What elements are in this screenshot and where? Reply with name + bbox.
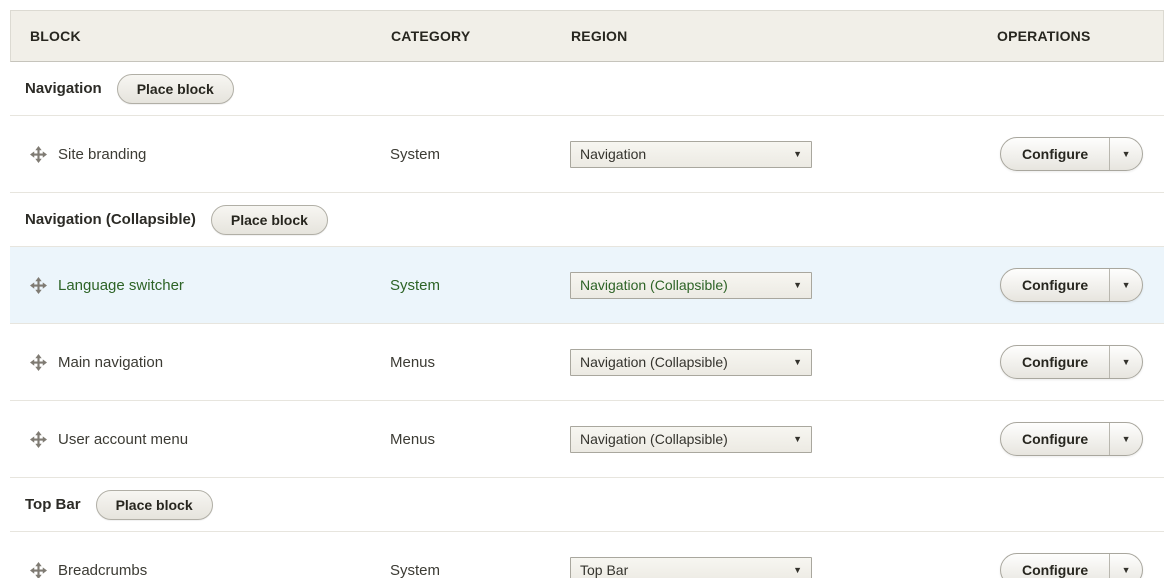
section-row: Top Bar Place block xyxy=(10,478,1164,532)
dropdown-caret-icon: ▼ xyxy=(1122,434,1131,444)
category-label: System xyxy=(390,277,570,294)
drag-move-icon[interactable] xyxy=(30,562,47,578)
configure-button[interactable]: Configure xyxy=(1001,269,1109,301)
configure-split-button: Configure ▼ xyxy=(1000,553,1143,578)
category-label: Menus xyxy=(390,354,570,371)
block-row: Breadcrumbs System Top Bar ▼ Configure ▼ xyxy=(10,532,1164,578)
block-table-body: Navigation Place block Site branding Sys… xyxy=(10,62,1164,578)
configure-dropdown-toggle[interactable]: ▼ xyxy=(1109,138,1142,170)
configure-dropdown-toggle[interactable]: ▼ xyxy=(1109,423,1142,455)
region-select[interactable]: Navigation (Collapsible) ▼ xyxy=(570,349,812,376)
category-label: System xyxy=(390,562,570,578)
region-selected-value: Top Bar xyxy=(580,562,628,578)
column-header-block: BLOCK xyxy=(11,28,391,44)
section-title: Navigation xyxy=(25,80,102,97)
dropdown-caret-icon: ▼ xyxy=(1122,280,1131,290)
select-caret-icon: ▼ xyxy=(793,150,802,159)
place-block-button[interactable]: Place block xyxy=(211,205,328,235)
region-select[interactable]: Navigation (Collapsible) ▼ xyxy=(570,426,812,453)
configure-split-button: Configure ▼ xyxy=(1000,422,1143,456)
section-row: Navigation Place block xyxy=(10,62,1164,116)
region-select[interactable]: Top Bar ▼ xyxy=(570,557,812,578)
configure-split-button: Configure ▼ xyxy=(1000,345,1143,379)
block-row: Language switcher System Navigation (Col… xyxy=(10,247,1164,324)
category-label: System xyxy=(390,146,570,163)
drag-move-icon[interactable] xyxy=(30,354,47,371)
configure-split-button: Configure ▼ xyxy=(1000,137,1143,171)
section-title: Navigation (Collapsible) xyxy=(25,211,196,228)
drag-move-icon[interactable] xyxy=(30,431,47,448)
dropdown-caret-icon: ▼ xyxy=(1122,357,1131,367)
block-layout-page: BLOCK CATEGORY REGION OPERATIONS Navigat… xyxy=(0,0,1174,578)
configure-split-button: Configure ▼ xyxy=(1000,268,1143,302)
section-row: Navigation (Collapsible) Place block xyxy=(10,193,1164,247)
region-select[interactable]: Navigation ▼ xyxy=(570,141,812,168)
block-label: User account menu xyxy=(58,431,188,448)
configure-button[interactable]: Configure xyxy=(1001,423,1109,455)
dropdown-caret-icon: ▼ xyxy=(1122,149,1131,159)
select-caret-icon: ▼ xyxy=(793,281,802,290)
block-label: Main navigation xyxy=(58,354,163,371)
drag-move-icon[interactable] xyxy=(30,277,47,294)
configure-button[interactable]: Configure xyxy=(1001,138,1109,170)
region-selected-value: Navigation (Collapsible) xyxy=(580,431,728,447)
configure-dropdown-toggle[interactable]: ▼ xyxy=(1109,554,1142,578)
configure-button[interactable]: Configure xyxy=(1001,554,1109,578)
place-block-button[interactable]: Place block xyxy=(117,74,234,104)
column-header-operations: OPERATIONS xyxy=(991,28,1163,44)
block-label: Language switcher xyxy=(58,277,184,294)
section-title: Top Bar xyxy=(25,496,81,513)
dropdown-caret-icon: ▼ xyxy=(1122,565,1131,575)
configure-button[interactable]: Configure xyxy=(1001,346,1109,378)
select-caret-icon: ▼ xyxy=(793,358,802,367)
region-selected-value: Navigation (Collapsible) xyxy=(580,277,728,293)
column-header-region: REGION xyxy=(571,28,991,44)
drag-move-icon[interactable] xyxy=(30,146,47,163)
region-select[interactable]: Navigation (Collapsible) ▼ xyxy=(570,272,812,299)
block-row: User account menu Menus Navigation (Coll… xyxy=(10,401,1164,478)
block-row: Main navigation Menus Navigation (Collap… xyxy=(10,324,1164,401)
table-header-row: BLOCK CATEGORY REGION OPERATIONS xyxy=(10,10,1164,62)
configure-dropdown-toggle[interactable]: ▼ xyxy=(1109,346,1142,378)
select-caret-icon: ▼ xyxy=(793,566,802,575)
select-caret-icon: ▼ xyxy=(793,435,802,444)
block-row: Site branding System Navigation ▼ Config… xyxy=(10,116,1164,193)
block-label: Site branding xyxy=(58,146,146,163)
region-selected-value: Navigation (Collapsible) xyxy=(580,354,728,370)
category-label: Menus xyxy=(390,431,570,448)
place-block-button[interactable]: Place block xyxy=(96,490,213,520)
region-selected-value: Navigation xyxy=(580,146,646,162)
block-label: Breadcrumbs xyxy=(58,562,147,578)
column-header-category: CATEGORY xyxy=(391,28,571,44)
configure-dropdown-toggle[interactable]: ▼ xyxy=(1109,269,1142,301)
